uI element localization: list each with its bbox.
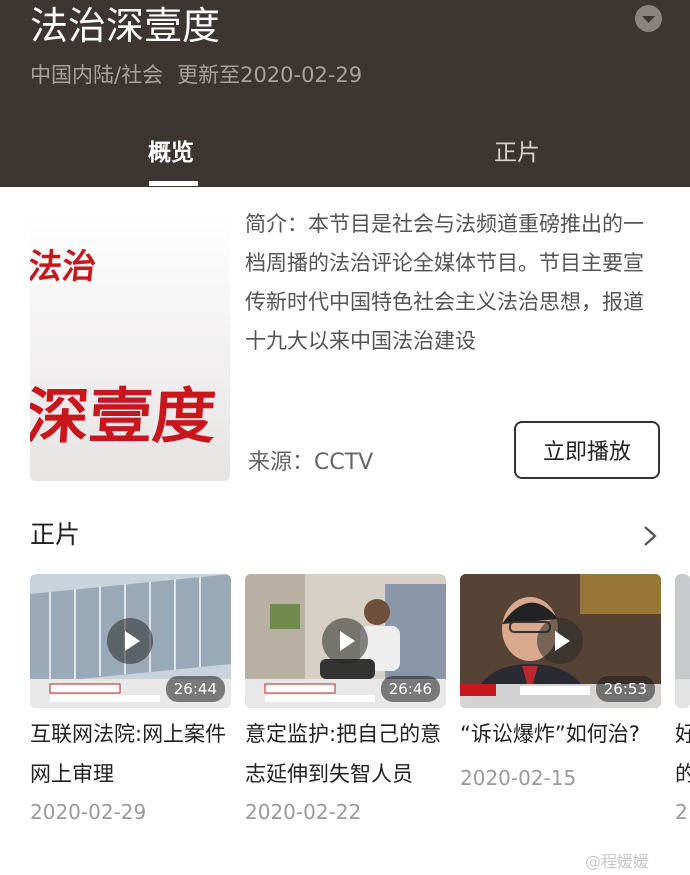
play-now-button[interactable]: 立即播放 [514, 421, 660, 479]
episode-date: 2020-02-15 [460, 766, 577, 790]
episode-card[interactable]: 26:53 “诉讼爆炸”如何治? 2020-02-15 [460, 574, 661, 792]
tab-episodes[interactable]: 正片 [494, 138, 540, 168]
episode-duration: 26:44 [165, 676, 225, 702]
dropdown-icon[interactable] [635, 5, 662, 32]
program-poster[interactable]: 法治 深壹度 [30, 212, 230, 481]
episodes-section-title: 正片 [30, 520, 81, 549]
poster-text-top: 法治 [30, 247, 98, 287]
program-header: 法治深壹度 中国内陆/社会 更新至2020-02-29 概览 正片 [0, 0, 690, 187]
episode-thumbnail[interactable]: 26:46 [245, 574, 446, 708]
play-icon[interactable] [537, 618, 583, 664]
episode-date: 2020-02-22 [245, 800, 362, 824]
episode-title[interactable]: 好的 [675, 714, 690, 794]
episode-thumbnail[interactable] [675, 574, 690, 708]
play-icon[interactable] [322, 618, 368, 664]
chevron-right-icon[interactable] [640, 524, 660, 548]
episode-thumbnail[interactable]: 26:53 [460, 574, 661, 708]
episode-title[interactable]: 意定监护:把自己的意志延伸到失智人员 [245, 714, 446, 794]
episode-title[interactable]: 互联网法院:网上案件网上审理 [30, 714, 231, 794]
region-label: 中国内陆/社会 [30, 63, 164, 87]
program-description: 简介：本节目是社会与法频道重磅推出的一档周播的法治评论全媒体节目。节目主要宣传新… [245, 212, 644, 353]
episode-card[interactable]: 26:46 意定监护:把自己的意志延伸到失智人员 2020-02-22 [245, 574, 446, 826]
episode-date: 2 [675, 800, 688, 824]
update-label: 更新至2020-02-29 [177, 63, 363, 87]
tab-overview[interactable]: 概览 [148, 138, 194, 168]
program-title: 法治深壹度 [30, 4, 221, 48]
episode-duration: 26:46 [380, 676, 440, 702]
program-meta: 中国内陆/社会 更新至2020-02-29 [30, 62, 362, 88]
episode-card[interactable]: 26:44 互联网法院:网上案件网上审理 2020-02-29 [30, 574, 231, 826]
program-source: 来源：CCTV [248, 450, 374, 475]
poster-text-main: 深壹度 [30, 382, 218, 452]
episode-title[interactable]: “诉讼爆炸”如何治? [460, 714, 661, 754]
watermark: @程媛媛 [585, 852, 650, 871]
play-icon[interactable] [107, 618, 153, 664]
episode-card[interactable]: 好的 2 [675, 574, 690, 826]
episode-date: 2020-02-29 [30, 800, 147, 824]
episode-thumbnail[interactable]: 26:44 [30, 574, 231, 708]
active-tab-indicator [149, 181, 198, 186]
episode-duration: 26:53 [595, 676, 655, 702]
